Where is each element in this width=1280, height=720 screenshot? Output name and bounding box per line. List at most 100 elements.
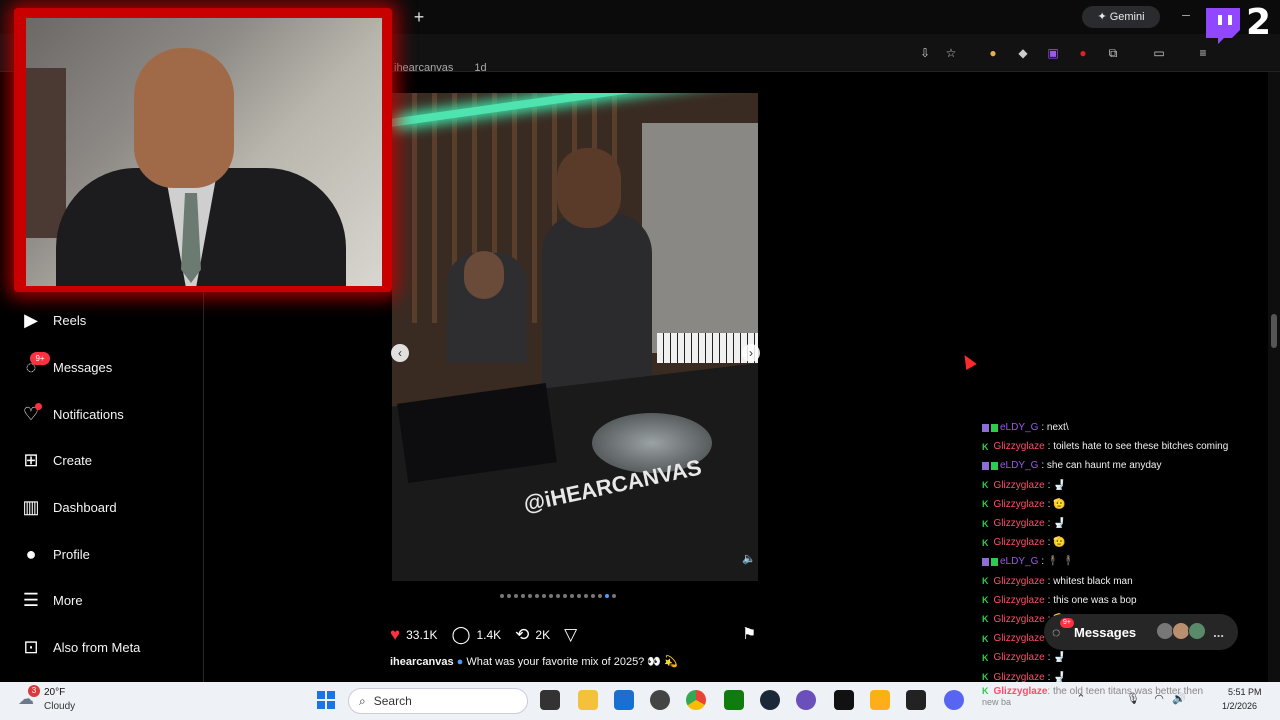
sidebar-item-profile[interactable]: ● Profile	[20, 540, 200, 568]
chat-mod-badge-icon	[982, 461, 989, 470]
search-placeholder: Search	[373, 694, 412, 708]
carousel-dot	[598, 594, 602, 598]
share-button[interactable]: ▽	[564, 625, 583, 645]
chat-line: K Glizzyglaze: 🫡	[982, 495, 1272, 514]
carousel-dot	[535, 594, 539, 598]
chat-username: Glizzyglaze	[993, 575, 1045, 587]
chart-icon: ▥	[22, 496, 40, 517]
wall-slat	[532, 93, 537, 323]
sidebar-item-also-from-meta[interactable]: ⊡ Also from Meta	[20, 633, 200, 661]
windows-start-icon[interactable]	[316, 690, 336, 710]
chat-username: Glizzyglaze	[993, 652, 1045, 664]
like-button[interactable]: ♥ 33.1K	[390, 625, 437, 645]
chat-username: eLDY_G	[1000, 422, 1039, 434]
chrome-icon[interactable]	[686, 690, 706, 710]
notification-dot	[35, 403, 42, 410]
dj-head	[557, 148, 621, 228]
chat-check-badge-icon	[991, 461, 998, 470]
chat-message: : next\	[1041, 422, 1069, 434]
app-icon[interactable]	[650, 690, 670, 710]
chat-badge-icon: K	[982, 595, 989, 606]
sidebar-item-label: Create	[53, 452, 93, 468]
post-header[interactable]: ihearcanvas 1d	[394, 62, 594, 78]
comment-button[interactable]: ◯ 1.4K	[451, 625, 501, 645]
carousel-dot	[521, 594, 525, 598]
chat-line: K Glizzyglaze: this one was a bop	[982, 591, 1272, 610]
scrollbar-thumb[interactable]	[1271, 314, 1277, 348]
extension-color-icon[interactable]: ●	[984, 44, 1002, 62]
app-icon[interactable]	[796, 690, 816, 710]
carousel-dot	[500, 594, 504, 598]
sidebar-item-more[interactable]: ☰ More	[20, 586, 200, 614]
chat-message: : whitest black man	[1047, 575, 1133, 587]
chat-badge-icon: K	[982, 480, 989, 491]
discord-icon[interactable]	[944, 690, 964, 710]
chat-badge-icon: K	[982, 672, 989, 683]
epic-games-icon[interactable]	[834, 690, 854, 710]
extensions-puzzle-icon[interactable]: ⧉	[1104, 44, 1122, 62]
chat-username: eLDY_G	[1000, 460, 1039, 472]
more-dots-icon[interactable]: ...	[1213, 625, 1224, 640]
carousel-dot	[591, 594, 595, 598]
avatar	[1188, 622, 1206, 640]
messages-pill-label: Messages	[1074, 624, 1137, 640]
chat-username: Glizzyglaze	[993, 686, 1048, 697]
carousel-dot	[584, 594, 588, 598]
save-bookmark-icon[interactable]: ⚑	[742, 624, 760, 644]
chat-message: : this one was a bop	[1047, 594, 1137, 606]
chat-line: eLDY_G: next\	[982, 418, 1272, 437]
carousel-dot	[528, 594, 532, 598]
install-app-icon[interactable]: ⇩	[916, 44, 934, 62]
extension-red-icon[interactable]: ●	[1074, 44, 1092, 62]
chat-message: : the old teen titans was better then	[1047, 686, 1204, 697]
sidepanel-icon[interactable]: ▭	[1150, 44, 1168, 62]
twitch-extension-icon[interactable]: ▣	[1044, 44, 1062, 62]
chat-username: Glizzyglaze	[993, 518, 1045, 530]
gemini-button[interactable]: ✦ Gemini	[1082, 6, 1160, 28]
chat-badge-icon: K	[982, 633, 989, 644]
new-tab-button[interactable]: +	[408, 6, 430, 28]
sidebar-item-dashboard[interactable]: ▥ Dashboard	[20, 493, 200, 521]
bookmark-star-icon[interactable]: ☆	[942, 44, 960, 62]
gemini-label: Gemini	[1109, 11, 1145, 23]
chat-message: : toilets hate to see these bitches comi…	[1047, 441, 1229, 453]
caption-username[interactable]: ihearcanvas	[390, 656, 454, 668]
sidebar-item-label: More	[53, 592, 83, 608]
xbox-icon[interactable]	[724, 690, 744, 710]
app-icon[interactable]	[906, 690, 926, 710]
chat-message: : she can haunt me anyday	[1041, 460, 1162, 472]
steam-icon[interactable]	[760, 690, 780, 710]
minimize-button[interactable]: –	[1176, 6, 1196, 26]
chat-line: eLDY_G: 🕴 🕴	[982, 552, 1272, 571]
sidebar-item-notifications[interactable]: ♡ Notifications	[20, 400, 200, 428]
repost-button[interactable]: ⟲ 2K	[515, 625, 550, 645]
post-time: 1d	[474, 62, 487, 74]
chat-mod-badge-icon	[982, 423, 989, 432]
sound-icon[interactable]: 🔈	[742, 552, 756, 566]
store-icon[interactable]	[614, 690, 634, 710]
post-username[interactable]: ihearcanvas	[394, 62, 453, 74]
sidebar-item-label: Reels	[53, 312, 87, 328]
sidebar-item-reels[interactable]: ▶ Reels	[20, 306, 200, 334]
meta-grid-icon: ⊡	[23, 636, 39, 657]
sidebar-item-create[interactable]: ⊞ Create	[20, 446, 200, 474]
sidebar-item-label: Messages	[53, 359, 113, 375]
chat-username: Glizzyglaze	[993, 594, 1045, 606]
taskbar-search[interactable]: ⌕ Search	[348, 688, 528, 714]
file-explorer-icon[interactable]	[578, 690, 598, 710]
carousel-next-button[interactable]: ›	[742, 344, 760, 362]
chat-badge-icon: K	[982, 518, 989, 529]
mouse-cursor-icon	[959, 351, 977, 371]
carousel-dot	[577, 594, 581, 598]
carousel-prev-button[interactable]: ‹	[391, 344, 409, 362]
extension-diamond-icon[interactable]: ◆	[1014, 44, 1032, 62]
post-media[interactable]: @iHEARCANVAS	[392, 93, 758, 581]
like-count: 33.1K	[406, 628, 438, 642]
task-view-icon[interactable]	[540, 690, 560, 710]
chat-line: eLDY_G: she can haunt me anyday	[982, 456, 1272, 475]
plus-square-icon: ⊞	[23, 449, 39, 470]
carousel-dot	[542, 594, 546, 598]
chat-badge-icon: K	[982, 499, 989, 510]
rockstar-icon[interactable]	[870, 690, 890, 710]
comment-count: 1.4K	[476, 628, 502, 642]
